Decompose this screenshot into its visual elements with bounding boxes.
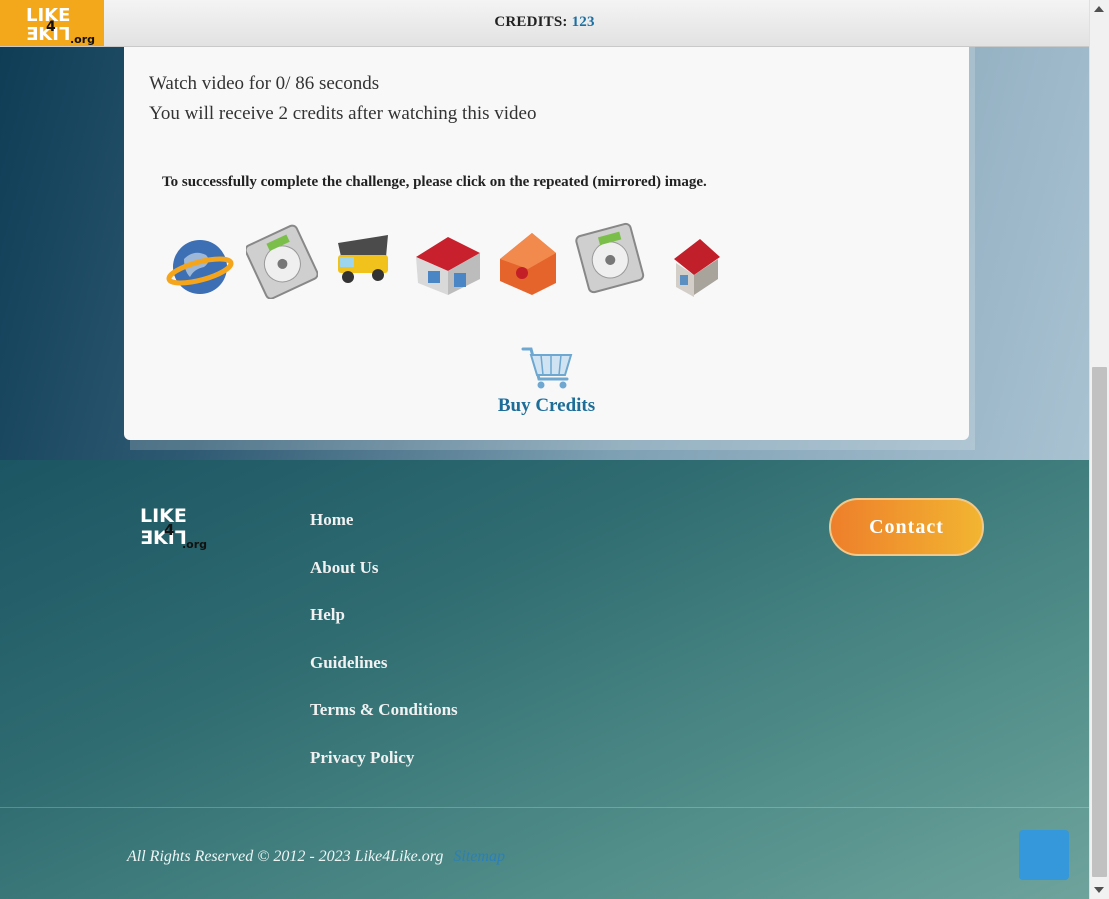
copyright: All Rights Reserved © 2012 - 2023 Like4L… [127, 848, 505, 866]
shop-icon[interactable] [410, 219, 482, 299]
scroll-up-arrow-icon[interactable] [1094, 6, 1104, 12]
copyright-text: All Rights Reserved © 2012 - 2023 Like4L… [127, 848, 444, 865]
globe-icon[interactable] [164, 219, 236, 299]
captcha-images [164, 219, 724, 300]
svg-text:.org: .org [182, 538, 207, 551]
footer-link-home[interactable]: Home [310, 510, 458, 558]
back-to-top-button[interactable] [1019, 830, 1069, 880]
footer-divider [0, 807, 1089, 808]
footer-link-help[interactable]: Help [310, 605, 458, 653]
sitemap-link[interactable]: Sitemap [453, 848, 505, 865]
video-card: Watch video for 0/ 86 seconds You will r… [124, 47, 969, 440]
credits-display: CREDITS: 123 [0, 14, 1089, 31]
svg-text:4: 4 [164, 521, 174, 539]
contact-button[interactable]: Contact [829, 498, 984, 556]
scrollbar[interactable] [1089, 0, 1109, 899]
credits-value: 123 [571, 14, 595, 30]
credits-label: CREDITS: [494, 14, 568, 30]
footer-link-about[interactable]: About Us [310, 558, 458, 606]
svg-text:.org: .org [70, 33, 95, 46]
watch-status: Watch video for 0/ 86 seconds [149, 73, 380, 94]
hard-drive-icon[interactable] [574, 219, 646, 299]
footer: LIKE ƎKIꞀ 4 .org Home About Us Help Guid… [0, 460, 1089, 899]
footer-link-guidelines[interactable]: Guidelines [310, 653, 458, 701]
footer-link-terms[interactable]: Terms & Conditions [310, 700, 458, 748]
scroll-thumb[interactable] [1092, 367, 1107, 877]
buy-credits-link[interactable]: Buy Credits [124, 395, 969, 417]
top-bar: LIKE ƎKIꞀ 4 .org CREDITS: 123 [0, 0, 1089, 47]
footer-logo[interactable]: LIKE ƎKIꞀ 4 .org [140, 502, 212, 554]
buy-credits[interactable]: Buy Credits [124, 345, 969, 417]
scroll-down-arrow-icon[interactable] [1094, 887, 1104, 893]
footer-nav: Home About Us Help Guidelines Terms & Co… [310, 510, 458, 795]
reward-info: You will receive 2 credits after watchin… [149, 103, 537, 124]
hard-drive-icon[interactable] [244, 219, 319, 300]
footer-link-privacy[interactable]: Privacy Policy [310, 748, 458, 796]
tag-icon[interactable] [492, 219, 564, 299]
cart-icon [521, 347, 572, 389]
dump-truck-icon[interactable] [328, 219, 400, 299]
challenge-instruction: To successfully complete the challenge, … [162, 174, 707, 190]
house-icon[interactable] [656, 219, 728, 299]
